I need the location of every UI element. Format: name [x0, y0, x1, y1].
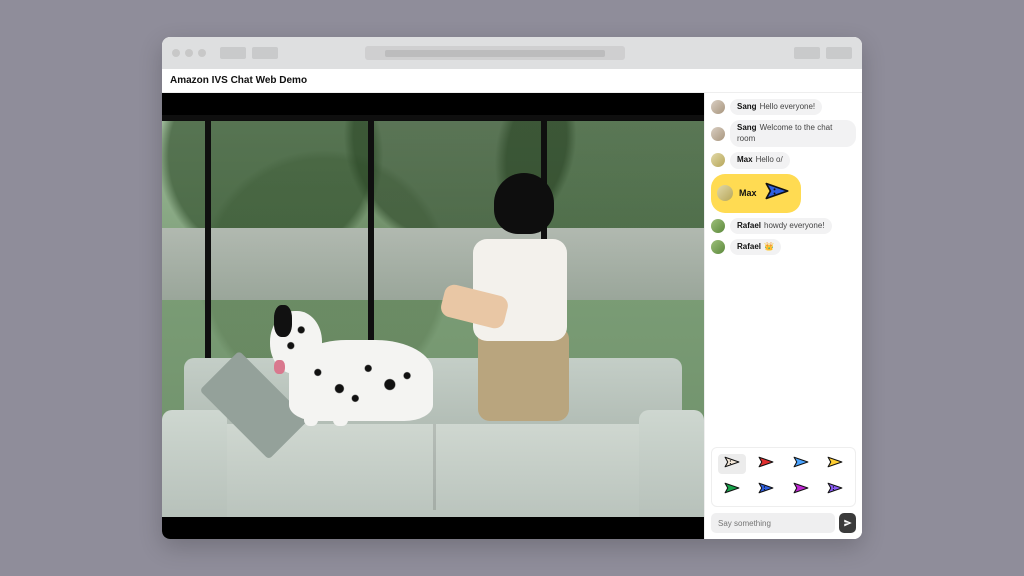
play-sticker-icon	[757, 455, 775, 474]
sticker-option[interactable]	[752, 454, 780, 474]
toolbar-placeholder	[826, 47, 852, 59]
sticker-option[interactable]	[718, 480, 746, 500]
sticker-option[interactable]	[821, 454, 849, 474]
chat-message: Max	[711, 174, 856, 213]
content: SangHello everyone! SangWelcome to the c…	[162, 93, 862, 539]
chat-input[interactable]	[711, 513, 835, 533]
chat-username: Max	[739, 188, 757, 198]
play-sticker-icon	[763, 180, 791, 207]
chat-text: Hello o/	[756, 155, 783, 164]
chat-message: MaxHello o/	[711, 152, 856, 168]
play-sticker-icon	[826, 481, 844, 500]
page-title: Amazon IVS Chat Web Demo	[162, 69, 862, 93]
play-sticker-icon	[826, 455, 844, 474]
chat-message: SangWelcome to the chat room	[711, 120, 856, 147]
play-sticker-icon	[723, 455, 741, 474]
play-sticker-icon	[792, 455, 810, 474]
sticker-option[interactable]	[752, 480, 780, 500]
chat-username: Sang	[737, 123, 757, 132]
dalmatian-dog	[270, 276, 454, 421]
chat-composer	[705, 513, 862, 539]
avatar	[711, 153, 725, 167]
play-sticker-icon	[792, 481, 810, 500]
browser-chrome	[162, 37, 862, 69]
close-dot[interactable]	[172, 49, 180, 57]
person	[455, 187, 585, 420]
nav-back-placeholder	[220, 47, 246, 59]
traffic-lights	[172, 49, 206, 57]
sticker-option[interactable]	[821, 480, 849, 500]
chat-text: howdy everyone!	[764, 221, 824, 230]
url-bar[interactable]	[365, 46, 625, 60]
video-player[interactable]	[162, 93, 704, 539]
sticker-option[interactable]	[718, 454, 746, 474]
toolbar-placeholder	[794, 47, 820, 59]
chat-username: Rafael	[737, 221, 761, 230]
chat-username: Max	[737, 155, 753, 164]
chat-username: Sang	[737, 102, 757, 111]
chat-panel: SangHello everyone! SangWelcome to the c…	[704, 93, 862, 539]
chat-message: Rafael👑	[711, 239, 856, 255]
send-button[interactable]	[839, 513, 856, 533]
avatar	[717, 185, 733, 201]
maximize-dot[interactable]	[198, 49, 206, 57]
sticker-picker	[711, 447, 856, 507]
browser-window: Amazon IVS Chat Web Demo	[162, 37, 862, 539]
avatar	[711, 240, 725, 254]
sticker-option[interactable]	[787, 480, 815, 500]
sticker-option[interactable]	[787, 454, 815, 474]
avatar	[711, 219, 725, 233]
play-sticker-icon	[757, 481, 775, 500]
chat-bubble: Rafaelhowdy everyone!	[730, 218, 832, 234]
play-sticker-icon	[723, 481, 741, 500]
minimize-dot[interactable]	[185, 49, 193, 57]
chat-messages[interactable]: SangHello everyone! SangWelcome to the c…	[705, 93, 862, 447]
chat-username: Rafael	[737, 242, 761, 251]
avatar	[711, 100, 725, 114]
chat-message: SangHello everyone!	[711, 99, 856, 115]
video-frame	[162, 115, 704, 517]
chat-bubble: SangHello everyone!	[730, 99, 822, 115]
chat-message: Rafaelhowdy everyone!	[711, 218, 856, 234]
chat-bubble: Rafael👑	[730, 239, 781, 255]
chat-text: 👑	[764, 242, 774, 251]
chat-bubble: SangWelcome to the chat room	[730, 120, 856, 147]
send-icon	[843, 518, 853, 528]
chat-sticker-bubble: Max	[711, 174, 801, 213]
chat-text: Hello everyone!	[760, 102, 816, 111]
avatar	[711, 127, 725, 141]
chat-bubble: MaxHello o/	[730, 152, 790, 168]
nav-fwd-placeholder	[252, 47, 278, 59]
